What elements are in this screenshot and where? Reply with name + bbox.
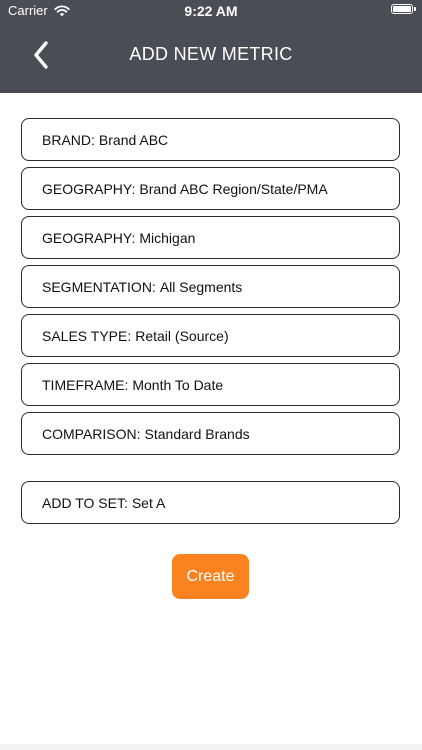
- field-label: SEGMENTATION:: [42, 278, 156, 295]
- bottom-strip: [0, 744, 422, 750]
- page-title: ADD NEW METRIC: [129, 44, 293, 64]
- field-value: Brand ABC Region/State/PMA: [139, 180, 328, 197]
- field-value: Month To Date: [132, 376, 224, 393]
- geography-region-field[interactable]: GEOGRAPHY: Brand ABC Region/State/PMA: [21, 167, 400, 210]
- field-value: Standard Brands: [144, 425, 250, 442]
- sales-type-field[interactable]: SALES TYPE: Retail (Source): [21, 314, 400, 357]
- field-label: BRAND:: [42, 131, 95, 148]
- field-value: All Segments: [159, 278, 243, 295]
- field-label: ADD TO SET:: [42, 494, 128, 511]
- create-button[interactable]: Create: [172, 554, 249, 599]
- nav-header: Carrier 9:22 AM ADD NEW METRIC: [0, 0, 422, 93]
- add-to-set-field[interactable]: ADD TO SET: Set A: [21, 481, 400, 524]
- brand-field[interactable]: BRAND: Brand ABC: [21, 118, 400, 161]
- segmentation-field[interactable]: SEGMENTATION: All Segments: [21, 265, 400, 308]
- battery-icon: [391, 4, 416, 14]
- geography-state-field[interactable]: GEOGRAPHY: Michigan: [21, 216, 400, 259]
- field-value: Retail (Source): [135, 327, 229, 344]
- field-label: SALES TYPE:: [42, 327, 132, 344]
- field-label: TIMEFRAME:: [42, 376, 129, 393]
- field-value: Brand ABC: [98, 131, 169, 148]
- status-bar: Carrier 9:22 AM: [0, 0, 422, 22]
- field-value: Michigan: [139, 229, 196, 246]
- status-time: 9:22 AM: [184, 3, 238, 19]
- field-label: COMPARISON:: [42, 425, 141, 442]
- field-label: GEOGRAPHY:: [42, 229, 136, 246]
- timeframe-field[interactable]: TIMEFRAME: Month To Date: [21, 363, 400, 406]
- field-value: Set A: [131, 494, 166, 511]
- comparison-field[interactable]: COMPARISON: Standard Brands: [21, 412, 400, 455]
- field-label: GEOGRAPHY:: [42, 180, 136, 197]
